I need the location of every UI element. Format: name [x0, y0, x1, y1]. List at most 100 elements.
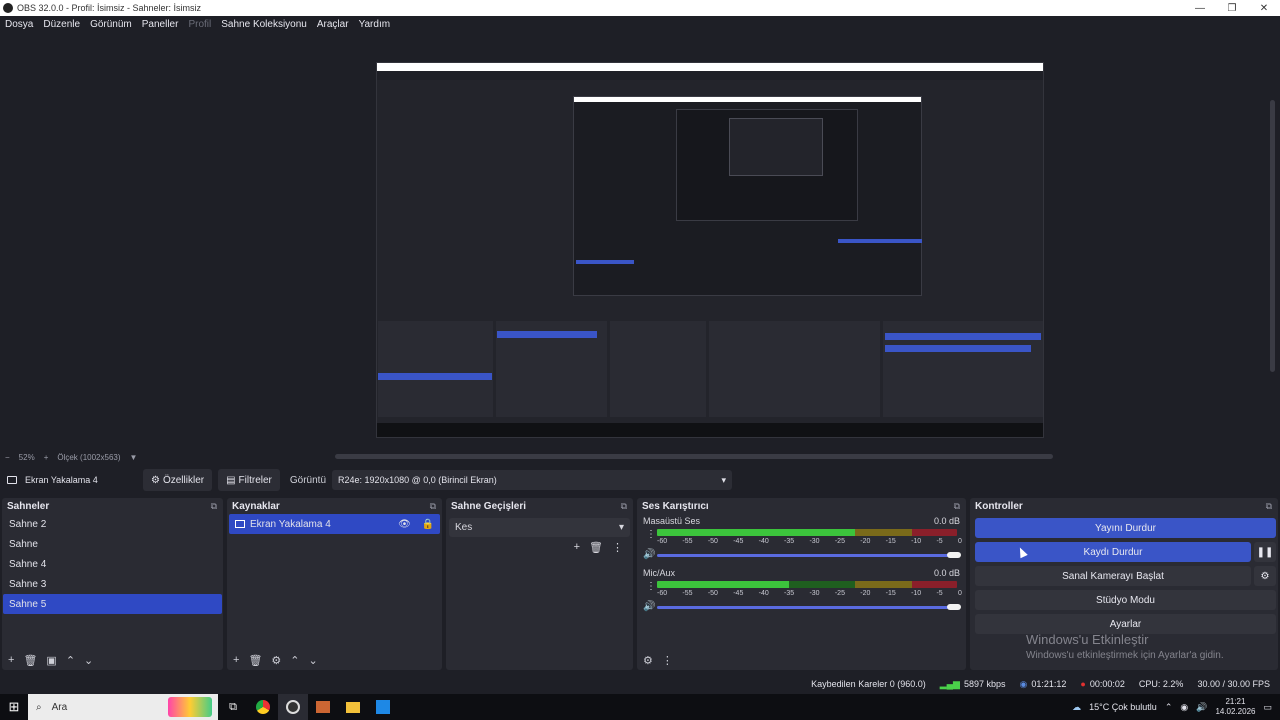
settings-button[interactable]: Ayarlar [975, 614, 1276, 634]
move-up-icon[interactable]: ⌃ [290, 654, 299, 667]
undock-icon[interactable]: ⧉ [430, 501, 436, 512]
studio-mode-button[interactable]: Stüdyo Modu [975, 590, 1276, 610]
transition-select[interactable]: Kes ▾ [449, 518, 630, 537]
task-view-icon[interactable]: ⧉ [218, 694, 248, 720]
more-options-icon[interactable]: ⋮ [662, 654, 673, 667]
gear-icon[interactable]: ⚙ [271, 654, 281, 667]
eye-icon[interactable]: 👁 [398, 519, 411, 530]
obs-taskbar-icon[interactable] [278, 694, 308, 720]
virtual-camera-settings-button[interactable]: ⚙ [1254, 566, 1276, 586]
scenes-title: Sahneler [7, 500, 50, 512]
volume-meter [657, 529, 957, 536]
pause-record-button[interactable]: ❚❚ [1254, 542, 1276, 562]
maximize-button[interactable]: ❐ [1216, 3, 1248, 14]
scale-label: Ölçek (1002x563) [57, 452, 121, 462]
meter-tick-label: -15 [885, 590, 896, 597]
trash-icon[interactable]: 🗑 [248, 654, 262, 667]
clock[interactable]: 21:21 14.02.2026 [1215, 697, 1255, 717]
more-options-icon[interactable]: ⋮ [612, 541, 623, 554]
zoom-out-button[interactable]: − [5, 453, 10, 462]
menu-scene-collection[interactable]: Sahne Koleksiyonu [221, 19, 307, 30]
record-timer: ● 00:00:02 [1080, 679, 1124, 689]
volume-knob[interactable] [947, 552, 961, 558]
properties-button[interactable]: ⚙ Özellikler [143, 469, 213, 491]
game-app-icon[interactable] [308, 694, 338, 720]
menu-profile[interactable]: Profil [188, 19, 211, 30]
chevron-up-icon[interactable]: ⌃ [1165, 702, 1173, 713]
scene-item[interactable]: Sahne 2 [3, 514, 222, 534]
meter-tick-label: -55 [682, 590, 693, 597]
meter-tick-label: -50 [707, 538, 718, 545]
meter-tick-label: -45 [733, 590, 744, 597]
scene-item-selected[interactable]: Sahne 5 [3, 594, 222, 614]
meter-tick-label: -20 [860, 590, 871, 597]
stop-record-button[interactable]: Kaydı Durdur [975, 542, 1251, 562]
menu-file[interactable]: Dosya [5, 19, 33, 30]
volume-knob[interactable] [947, 604, 961, 610]
volume-icon[interactable]: 🔊 [1196, 702, 1207, 713]
fps-status: 30.00 / 30.00 FPS [1197, 679, 1270, 689]
chrome-icon[interactable] [248, 694, 278, 720]
menu-docks[interactable]: Paneller [142, 19, 179, 30]
zoom-level: 52% [18, 452, 35, 462]
menu-tools[interactable]: Araçlar [317, 19, 349, 30]
weather-text[interactable]: 15°C Çok bulutlu [1089, 702, 1157, 712]
start-virtual-camera-button[interactable]: Sanal Kamerayı Başlat [975, 566, 1251, 586]
notification-icon[interactable]: ▭ [1263, 702, 1272, 713]
meter-tick-label: -50 [707, 590, 718, 597]
taskbar-search[interactable]: ⌕ Ara [28, 694, 218, 720]
preview-vertical-scrollbar[interactable] [1270, 100, 1275, 372]
volume-slider[interactable] [657, 554, 957, 557]
speaker-icon[interactable]: 🔊 [643, 601, 655, 612]
vscode-icon[interactable] [368, 694, 398, 720]
chevron-down-icon: ▾ [721, 474, 727, 485]
volume-slider[interactable] [657, 606, 957, 609]
display-select[interactable]: R24e: 1920x1080 @ 0,0 (Birincil Ekran) ▾ [332, 470, 733, 490]
scene-filter-icon[interactable]: ▣ [46, 654, 56, 667]
undock-icon[interactable]: ⧉ [211, 501, 217, 512]
network-icon[interactable]: ◉ [1180, 702, 1188, 713]
file-explorer-icon[interactable] [338, 694, 368, 720]
preview-canvas[interactable] [376, 62, 1044, 438]
add-source-icon[interactable]: + [233, 654, 239, 666]
trash-icon[interactable]: 🗑 [23, 654, 37, 667]
meter-tick-label: -30 [809, 538, 820, 545]
close-button[interactable]: ✕ [1248, 3, 1280, 14]
stop-stream-button[interactable]: Yayını Durdur [975, 518, 1276, 538]
windows-start-icon[interactable]: ⊞ [0, 699, 28, 715]
move-down-icon[interactable]: ⌄ [309, 654, 318, 667]
advanced-audio-icon[interactable]: ⚙ [643, 654, 653, 667]
menu-view[interactable]: Görünüm [90, 19, 132, 30]
undock-icon[interactable]: ⧉ [954, 501, 960, 512]
add-transition-icon[interactable]: + [574, 541, 580, 554]
minimize-button[interactable]: — [1184, 3, 1216, 14]
speaker-icon[interactable]: 🔊 [643, 549, 655, 560]
meter-tick-label: -35 [784, 590, 795, 597]
scene-item[interactable]: Sahne 3 [3, 574, 222, 594]
meter-tick-label: -60 [657, 538, 668, 545]
add-scene-icon[interactable]: + [8, 654, 14, 666]
scale-dropdown-icon[interactable]: ▼ [130, 453, 138, 462]
channel-menu-icon[interactable]: ⋮ [646, 581, 656, 592]
trash-icon[interactable]: 🗑 [589, 541, 603, 554]
scene-item[interactable]: Sahne [3, 534, 222, 554]
menu-help[interactable]: Yardım [359, 19, 391, 30]
source-item[interactable]: Ekran Yakalama 4 👁 🔒 [229, 514, 440, 534]
properties-label: Özellikler [162, 474, 205, 486]
zoom-in-button[interactable]: + [44, 453, 49, 462]
lock-icon[interactable]: 🔒 [422, 519, 434, 530]
scene-item[interactable]: Sahne 4 [3, 554, 222, 574]
channel-menu-icon[interactable]: ⋮ [646, 529, 656, 540]
transition-value: Kes [455, 522, 473, 533]
undock-icon[interactable]: ⧉ [1266, 501, 1272, 512]
preview-horizontal-scrollbar[interactable] [335, 454, 1053, 459]
filters-button[interactable]: ▤ Filtreler [218, 469, 280, 491]
move-up-icon[interactable]: ⌃ [66, 654, 75, 667]
meter-tick-label: -15 [885, 538, 896, 545]
display-value: R24e: 1920x1080 @ 0,0 (Birincil Ekran) [338, 475, 497, 485]
record-time: 00:00:02 [1089, 679, 1125, 689]
menu-edit[interactable]: Düzenle [43, 19, 80, 30]
move-down-icon[interactable]: ⌄ [84, 654, 93, 667]
undock-icon[interactable]: ⧉ [621, 501, 627, 512]
gear-icon: ⚙ [151, 474, 160, 486]
